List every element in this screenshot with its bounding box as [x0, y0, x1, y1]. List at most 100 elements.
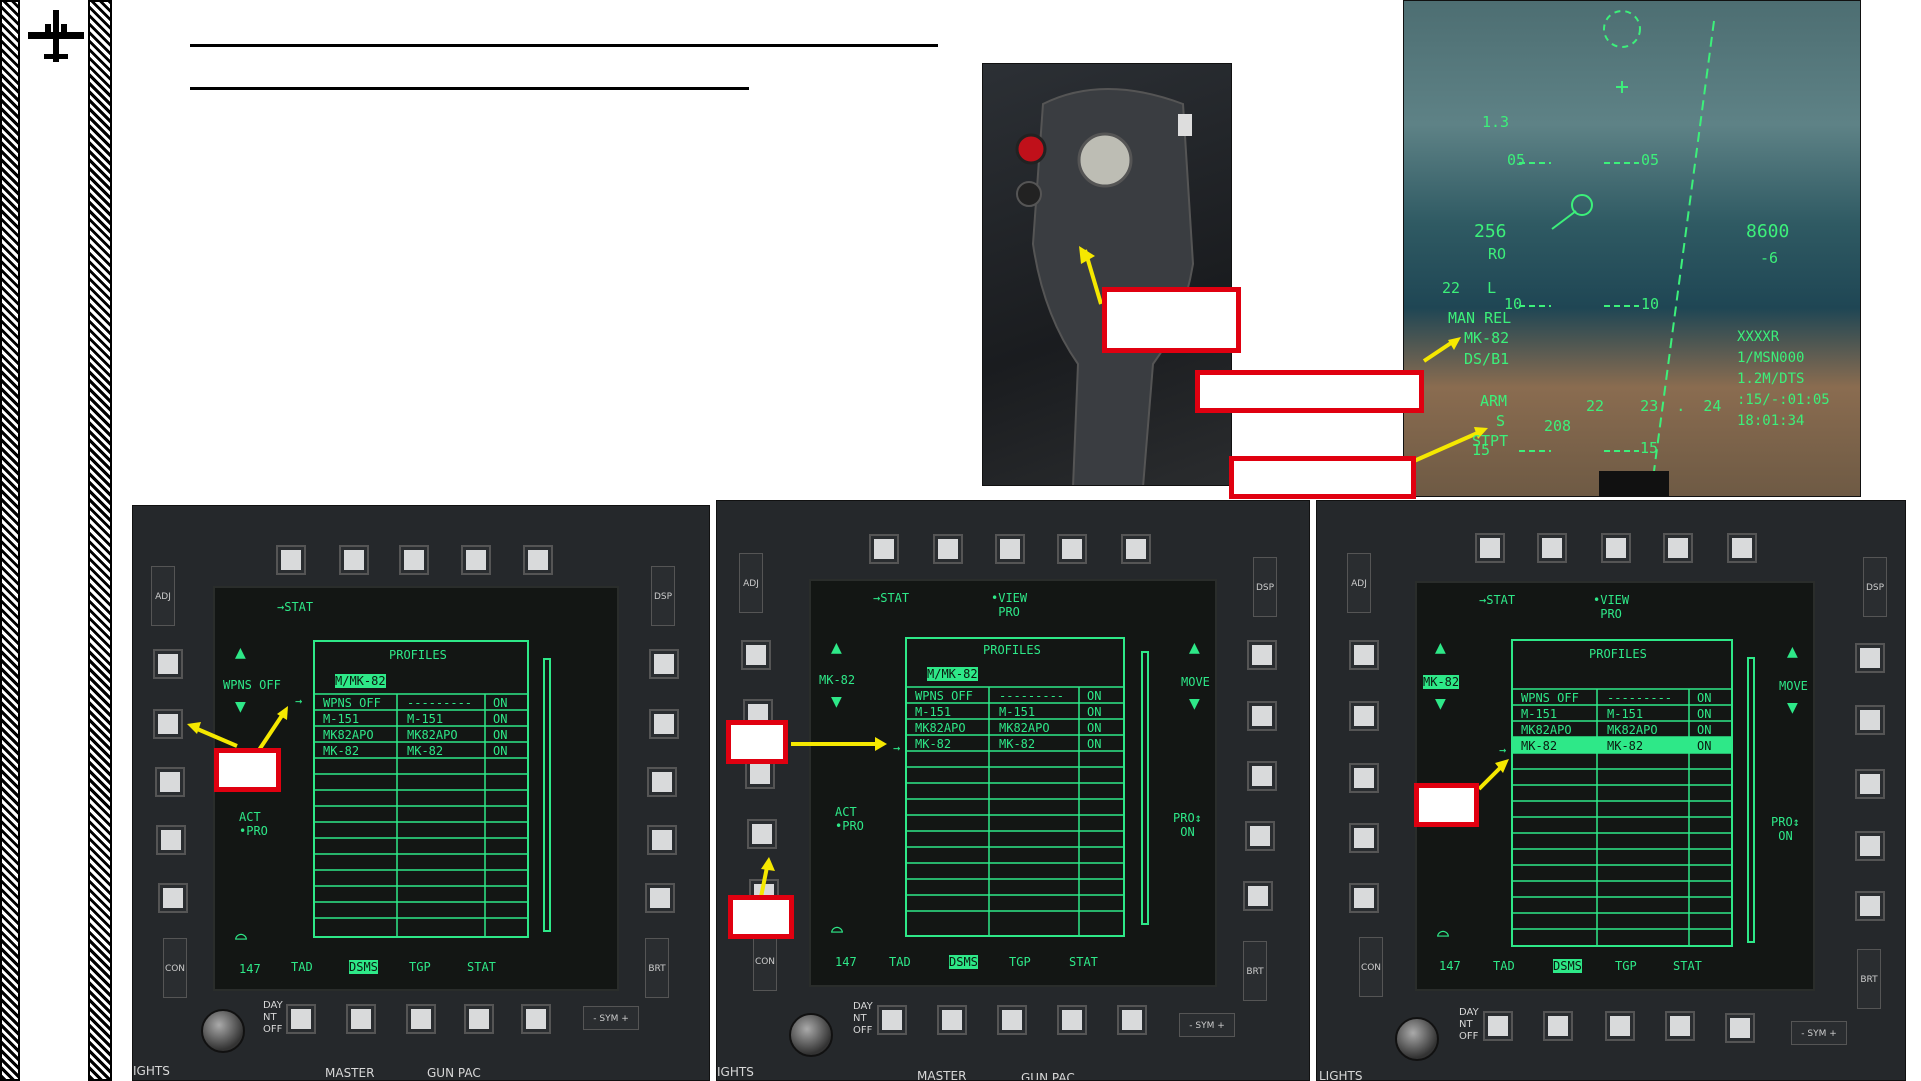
- mfcd3-sym-rocker[interactable]: - SYM +: [1791, 1021, 1847, 1045]
- mfcd1-osb-right-5[interactable]: [647, 885, 673, 911]
- mfcd1-osb-left-3[interactable]: [157, 769, 183, 795]
- mfcd1-adj-rocker[interactable]: ADJ: [151, 566, 175, 626]
- mfcd3-tab-stat[interactable]: STAT: [1673, 959, 1702, 973]
- mfcd2-row-3-c2: MK82APO: [999, 721, 1050, 735]
- mfcd3-osb-top-3[interactable]: [1603, 535, 1629, 561]
- mfcd3-osb-bottom-4[interactable]: [1667, 1013, 1693, 1039]
- mfcd3-tab-dsms[interactable]: DSMS: [1553, 959, 1582, 973]
- mfcd1-osb-bottom-5[interactable]: [523, 1006, 549, 1032]
- mfcd2-osb-bottom-4[interactable]: [1059, 1007, 1085, 1033]
- mfcd3-tab-tgp[interactable]: TGP: [1615, 959, 1637, 973]
- mfcd1-osb-bottom-2[interactable]: [348, 1006, 374, 1032]
- mfcd2-mode-knob[interactable]: [789, 1013, 833, 1057]
- callout-box-hud-steerpoint: [1229, 456, 1416, 499]
- mfcd3-osb-bottom-3[interactable]: [1607, 1013, 1633, 1039]
- mfcd2-up-arrow: ▲: [831, 637, 842, 658]
- mfcd1-tab-tad[interactable]: TAD: [291, 960, 313, 974]
- mfcd1-osb-right-2[interactable]: [651, 711, 677, 737]
- mfcd1-row-1-c3: ON: [493, 696, 508, 710]
- mfcd1-tab-tgp[interactable]: TGP: [409, 960, 431, 974]
- mfcd2-osb-right-5[interactable]: [1245, 883, 1271, 909]
- mfcd3-osb-top-4[interactable]: [1665, 535, 1691, 561]
- mfcd3-mode-knob[interactable]: [1395, 1017, 1439, 1061]
- mfcd2-panel-text-3: GUN PAC: [1021, 1071, 1075, 1081]
- mfcd3-osb-top-1[interactable]: [1477, 535, 1503, 561]
- mfcd3-osb-left-2[interactable]: [1351, 703, 1377, 729]
- mfcd2-adj-rocker[interactable]: ADJ: [739, 553, 763, 613]
- mfcd2-osb-right-2[interactable]: [1249, 703, 1275, 729]
- mfcd2-act-pro: ACT •PRO: [835, 805, 864, 833]
- mfcd1-dsp-rocker[interactable]: DSP: [651, 566, 675, 626]
- mfcd3-row-3-c1: MK82APO: [1521, 723, 1572, 737]
- mfcd1-sym-rocker[interactable]: - SYM +: [583, 1006, 639, 1030]
- mfcd3-osb-right-1[interactable]: [1857, 645, 1883, 671]
- mfcd3-osb-left-3[interactable]: [1351, 765, 1377, 791]
- mfcd3-osb-right-5[interactable]: [1857, 893, 1883, 919]
- mfcd3-osb-top-5[interactable]: [1729, 535, 1755, 561]
- mfcd2-osb-left-3[interactable]: [747, 761, 773, 787]
- mfcd1-tab-dsms[interactable]: DSMS: [349, 960, 378, 974]
- mfcd1-mode-knob[interactable]: [201, 1009, 245, 1053]
- hud-pitch-15-left: 15: [1472, 441, 1491, 459]
- mfcd1-osb-top-5[interactable]: [525, 547, 551, 573]
- mfcd2-osb-top-5[interactable]: [1123, 536, 1149, 562]
- mfcd1-osb-right-1[interactable]: [651, 651, 677, 677]
- mfcd3-con-rocker[interactable]: CON: [1359, 937, 1383, 997]
- mfcd1-osb-bottom-1[interactable]: [288, 1006, 314, 1032]
- mfcd2-osb-right-1[interactable]: [1249, 642, 1275, 668]
- mfcd2-move-label: MOVE: [1181, 675, 1210, 689]
- mfcd2-sym-rocker[interactable]: - SYM +: [1179, 1013, 1235, 1037]
- mfcd2-tab-dsms[interactable]: DSMS: [949, 955, 978, 969]
- mfcd1-osb-left-5[interactable]: [160, 885, 186, 911]
- mfcd1-osb-right-4[interactable]: [649, 827, 675, 853]
- mfcd1-con-rocker[interactable]: CON: [163, 938, 187, 998]
- mfcd3-osb-top-2[interactable]: [1539, 535, 1565, 561]
- mfcd2-tab-147[interactable]: 147: [835, 955, 857, 969]
- mfcd3-osb-right-2[interactable]: [1857, 707, 1883, 733]
- mfcd1-osb-top-3[interactable]: [401, 547, 427, 573]
- mfcd3-dsp-rocker[interactable]: DSP: [1863, 557, 1887, 617]
- mfcd2-osb-top-1[interactable]: [871, 536, 897, 562]
- mfcd2-osb-top-2[interactable]: [935, 536, 961, 562]
- mfcd3-osb-bottom-2[interactable]: [1545, 1013, 1571, 1039]
- mfcd1-osb-top-2[interactable]: [341, 547, 367, 573]
- mfcd3-osb-left-1[interactable]: [1351, 642, 1377, 668]
- mfcd2-osb-bottom-2[interactable]: [939, 1007, 965, 1033]
- mfcd2-osb-left-1[interactable]: [743, 642, 769, 668]
- mfcd1-osb-top-4[interactable]: [463, 547, 489, 573]
- mfcd3-brt-rocker[interactable]: BRT: [1857, 949, 1881, 1009]
- mfcd2-dsp-rocker[interactable]: DSP: [1253, 557, 1277, 617]
- mfcd2-con-rocker[interactable]: CON: [753, 931, 777, 991]
- mfcd2-osb-right-3[interactable]: [1249, 763, 1275, 789]
- mfcd2-osb-right-4[interactable]: [1247, 823, 1273, 849]
- mfcd2-osb-top-4[interactable]: [1059, 536, 1085, 562]
- mfcd2-osb-left-4[interactable]: [749, 821, 775, 847]
- mfcd3-tab-tad[interactable]: TAD: [1493, 959, 1515, 973]
- mfcd2-osb-top-3[interactable]: [997, 536, 1023, 562]
- mfcd3-osb-right-3[interactable]: [1857, 771, 1883, 797]
- mfcd3-osb-left-4[interactable]: [1351, 825, 1377, 851]
- mfcd3-adj-rocker[interactable]: ADJ: [1347, 553, 1371, 613]
- mfcd2-tab-tgp[interactable]: TGP: [1009, 955, 1031, 969]
- mfcd1-brt-rocker[interactable]: BRT: [645, 938, 669, 998]
- mfcd3-osb-bottom-5[interactable]: [1727, 1015, 1753, 1041]
- mfcd2-tab-stat[interactable]: STAT: [1069, 955, 1098, 969]
- mfcd1-osb-right-3[interactable]: [649, 769, 675, 795]
- mfcd1-tab-147[interactable]: 147: [239, 962, 261, 976]
- mfcd3-osb-left-5[interactable]: [1351, 885, 1377, 911]
- mfcd2-tab-tad[interactable]: TAD: [889, 955, 911, 969]
- mfcd1-osb-left-4[interactable]: [158, 827, 184, 853]
- mfcd1-osb-bottom-4[interactable]: [466, 1006, 492, 1032]
- mfcd1-tab-stat[interactable]: STAT: [467, 960, 496, 974]
- mfcd1-osb-top-1[interactable]: [278, 547, 304, 573]
- mfcd3-tab-147[interactable]: 147: [1439, 959, 1461, 973]
- mfcd1-osb-bottom-3[interactable]: [408, 1006, 434, 1032]
- mfcd3-osb-right-4[interactable]: [1857, 833, 1883, 859]
- mfcd2-osb-bottom-1[interactable]: [879, 1007, 905, 1033]
- mfcd1-osb-left-2[interactable]: [155, 711, 181, 737]
- mfcd1-osb-left-1[interactable]: [155, 651, 181, 677]
- mfcd2-osb-bottom-3[interactable]: [999, 1007, 1025, 1033]
- mfcd2-osb-bottom-5[interactable]: [1119, 1007, 1145, 1033]
- mfcd3-osb-bottom-1[interactable]: [1485, 1013, 1511, 1039]
- mfcd2-brt-rocker[interactable]: BRT: [1243, 941, 1267, 1001]
